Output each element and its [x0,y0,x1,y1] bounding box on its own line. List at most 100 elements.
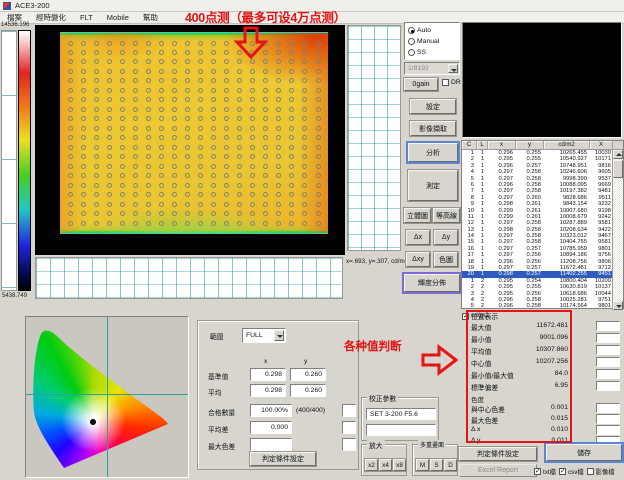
cie-crosshair-vertical [107,317,108,477]
zoom-x4-button[interactable]: x4 [379,459,392,471]
max-color-diff-field [250,438,292,451]
stat-label: 與中心色差 [471,404,505,414]
measurement-view[interactable] [35,25,345,255]
delta-y-button[interactable]: Δy [434,230,458,245]
luminance-distribution-button[interactable]: 輝度分佈 [404,274,460,292]
stat-value: 0.010 [508,426,568,433]
multi-s-button[interactable]: S [430,459,443,471]
average-x-field[interactable]: 0.298 [250,384,286,397]
cie-measured-point [90,419,96,425]
file-option-txt檔[interactable]: txt檔 [534,467,556,476]
calibration-title: 校正參數 [367,393,398,403]
calibration-preset2-field[interactable] [366,424,436,436]
annotation-down-arrow-icon [234,26,268,60]
mode-radio-ss[interactable]: SS [408,47,459,58]
stat-label: 平均值 [471,346,491,356]
zoom-panel: 放大 x2x4x8 [361,444,407,476]
average-label: 平均 [208,387,222,397]
cie-chromaticity-diagram [25,316,189,478]
delta-xy-button[interactable]: Δxy [406,252,430,267]
multi-m-button[interactable]: M [416,459,429,471]
stat-row: 標準偏差6.95 [466,382,624,393]
menu-item[interactable]: FLT [73,13,100,22]
column-header[interactable]: X [590,141,613,149]
measurement-table: CLxycd/m2X 110.2960.25510265.45510030210… [461,140,624,309]
reference-y-field[interactable]: 0.260 [290,368,326,381]
average-y-field[interactable]: 0.260 [290,384,326,397]
stat-judge-box [596,425,620,435]
excel-report-button[interactable]: Excel Report [459,464,537,477]
judge-condition-button[interactable]: 判定條件設定 [459,447,537,461]
chevron-down-icon [448,64,458,73]
calibration-preset-field[interactable]: SET 3-200 F5.6 [366,408,436,420]
radio-icon [408,27,415,34]
app-icon [3,2,11,10]
settings-button[interactable]: 設定 [410,99,456,114]
avg-diff-judge-box [342,421,356,434]
stat-label: Δ y [471,437,480,444]
cie-crosshair-horizontal [26,394,188,395]
vertical-profile-grid [347,25,401,251]
contour-button[interactable]: 等高線 [433,208,460,223]
save-button[interactable]: 儲存 [546,444,622,461]
dr-checkbox[interactable]: DR [442,79,461,86]
mode-radio-auto[interactable]: Auto [408,25,459,36]
window-title: ACE3-200 [15,1,50,10]
shutter-select[interactable]: 1/8192 [404,62,460,75]
radio-icon [408,38,415,45]
column-header[interactable]: L [477,141,488,149]
judge-condition-button-2[interactable]: 判定條件設定 [250,452,316,466]
mode-label: Manual [417,38,439,45]
delta-x-button[interactable]: Δx [406,230,430,245]
mode-label: Auto [417,27,431,34]
range-select[interactable]: FULL [242,328,286,343]
multi-d-button[interactable]: D [444,459,457,471]
mode-radio-manual[interactable]: Manual [408,36,459,47]
view-3d-button[interactable]: 立體圖 [404,208,431,223]
file-option-label: txt檔 [543,467,556,476]
reference-x-field[interactable]: 0.298 [250,368,286,381]
stat-value: 0.001 [508,404,568,411]
horizontal-profile-panel [35,257,343,299]
column-header[interactable]: y [516,141,544,149]
menu-item[interactable]: Mobile [100,13,136,22]
zero-gain-button[interactable]: 0gain [404,78,438,91]
stat-judge-box [596,403,620,413]
chevron-down-icon [274,330,284,341]
image-capture-button[interactable]: 影像擷取 [410,121,456,136]
checkbox-icon [587,468,594,475]
radio-icon [408,49,415,56]
column-header[interactable]: C [462,141,477,149]
file-option-影像檔[interactable]: 影像檔 [587,467,615,476]
table-scrollbar[interactable] [612,150,623,310]
scroll-thumb[interactable] [613,160,623,178]
stat-label: 最大值 [471,322,491,332]
menu-item[interactable]: 經時變化 [29,12,73,23]
zoom-x8-button[interactable]: x8 [393,459,406,471]
stat-label: 最小值 [471,334,491,344]
stat-value: 10207.256 [508,358,568,365]
stat-value: 6.95 [508,382,568,389]
mode-label: SS [417,49,426,56]
annotation-right-arrow-icon [420,344,460,376]
colormap-button[interactable]: 色圖 [434,252,458,267]
stat-judge-box [596,333,620,343]
column-header[interactable]: cd/m2 [544,141,590,149]
chroma-section-label: 色度 [471,394,484,404]
stat-value: 10307.860 [508,346,568,353]
scroll-up-icon[interactable] [613,150,623,159]
stat-label: 中心值 [471,358,491,368]
stat-value: 0.015 [508,415,568,422]
column-header[interactable]: x [488,141,516,149]
file-option-csv檔[interactable]: csv檔 [559,467,584,476]
stat-label: Δ x [471,426,480,433]
vertical-profile-panel [1,30,17,291]
measure-button[interactable]: 測定 [408,170,458,201]
stat-judge-box [596,357,620,367]
analyze-button[interactable]: 分析 [408,143,458,162]
menu-item[interactable]: 幫助 [136,12,165,23]
pass-count-text: (400/400) [296,407,325,414]
app-window: ACE3-200 檔案經時變化FLTMobile幫助 14536.196 543… [0,0,624,480]
zoom-x2-button[interactable]: x2 [365,459,378,471]
checkbox-icon [559,468,566,475]
